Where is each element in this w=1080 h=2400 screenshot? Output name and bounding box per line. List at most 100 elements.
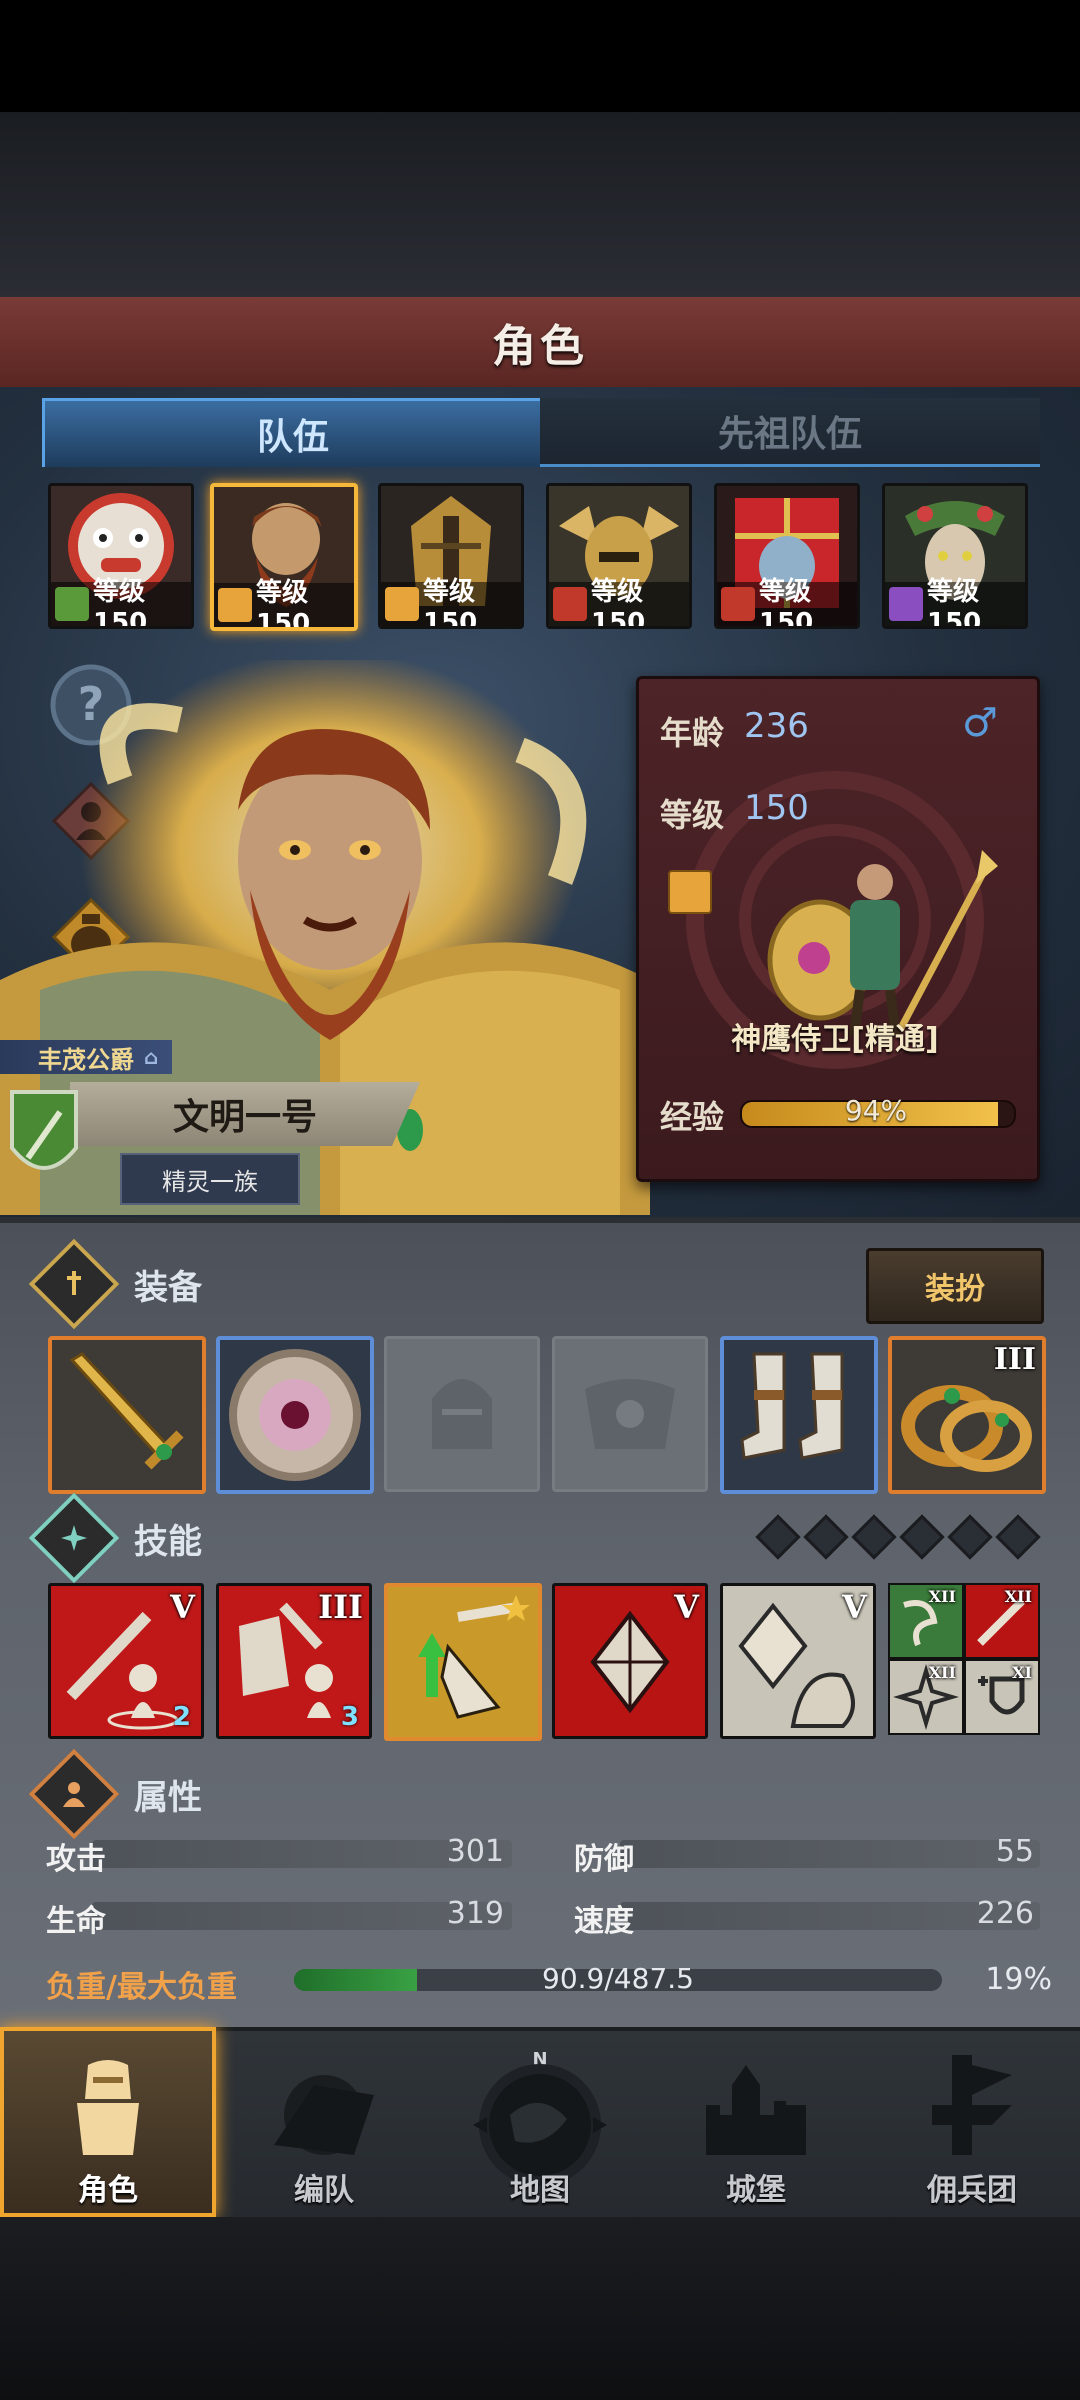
defense-value: 55 (995, 1834, 1034, 1869)
round-shield-icon (229, 1349, 361, 1481)
skill-tier: V (674, 1588, 699, 1626)
attributes-title: 属性 (134, 1777, 202, 1818)
equip-slot-weapon[interactable] (48, 1336, 206, 1494)
hero-level: 等级150 (423, 576, 478, 629)
castle-icon (706, 2065, 806, 2155)
nav-castle-label: 城堡 (726, 2173, 786, 2208)
speed-value: 226 (976, 1896, 1034, 1931)
team-hero-2[interactable]: 等级150 (210, 483, 358, 631)
team-hero-6[interactable]: 等级150 (882, 483, 1028, 629)
class-figure (767, 850, 998, 1037)
mini-skill-4[interactable]: XI (964, 1659, 1040, 1735)
hero-level: 等级150 (256, 577, 311, 631)
boots-icon (740, 1352, 844, 1460)
attack-label: 攻击 (46, 1842, 106, 1877)
skill-slot-5[interactable]: V (720, 1583, 876, 1739)
faction-shield-icon (10, 1090, 78, 1170)
skill-slot-3[interactable] (384, 1583, 542, 1741)
armor-icon (585, 1379, 675, 1449)
equip-slot-helmet[interactable] (384, 1336, 540, 1492)
nav-mercenary[interactable]: 佣兵团 (864, 2027, 1080, 2217)
arrow-up-shield-icon (418, 1595, 530, 1719)
equip-slot-armor[interactable] (552, 1336, 708, 1492)
team-hero-4[interactable]: 等级150 (546, 483, 692, 629)
mini-skill-tier: XII (928, 1587, 956, 1606)
hero-level: 等级150 (591, 576, 646, 629)
nav-map-label: 地图 (510, 2173, 570, 2208)
helmet-icon (432, 1379, 492, 1449)
dress-button-label: 装扮 (925, 1272, 985, 1307)
top-backdrop (0, 112, 1080, 297)
load-label: 负重/最大负重 (46, 1970, 237, 2005)
level-label: 等级 (660, 796, 725, 834)
dress-button[interactable]: 装扮 (866, 1248, 1044, 1324)
skill-slot-1[interactable]: V 2 (48, 1583, 204, 1739)
page-title: 角色 (492, 321, 588, 372)
exp-percent: 94% (844, 1094, 908, 1127)
hero-nameplate[interactable]: 文明一号 (70, 1082, 420, 1146)
team-hero-1[interactable]: 等级150 (48, 483, 194, 629)
staff-icon (889, 587, 923, 621)
sword-icon (69, 1352, 184, 1470)
skills-title: 技能 (134, 1521, 202, 1562)
hero-title-tag: 丰茂公爵 ⌂ (0, 1040, 173, 1074)
equipment-title: 装备 (134, 1267, 202, 1308)
bottom-backdrop (0, 2217, 1080, 2400)
equip-slot-boots[interactable] (720, 1336, 878, 1494)
hero-race-plate: 精灵一族 (120, 1153, 300, 1205)
skill-tier: V (842, 1588, 867, 1626)
hero-race: 精灵一族 (162, 1167, 258, 1196)
hp-label: 生命 (46, 1904, 106, 1939)
defense-label: 防御 (574, 1842, 634, 1877)
speed-label: 速度 (574, 1904, 634, 1939)
tab-team[interactable]: 队伍 (42, 398, 544, 467)
nav-mercenary-label: 佣兵团 (927, 2173, 1017, 2208)
equip-slot-offhand[interactable] (216, 1336, 374, 1494)
horse-icon (553, 587, 587, 621)
team-hero-5[interactable]: 等级150 (714, 483, 860, 629)
nav-castle[interactable]: 城堡 (648, 2027, 864, 2217)
tab-team-label: 队伍 (256, 417, 329, 458)
tab-ancestor-team[interactable]: 先祖队伍 (540, 398, 1040, 467)
bow-icon (55, 587, 89, 621)
shield-icon (218, 588, 252, 622)
hp-value: 319 (446, 1896, 504, 1931)
nav-character[interactable]: 角色 (0, 2027, 216, 2217)
mini-skill-2[interactable]: XII (964, 1583, 1040, 1659)
mini-skill-3[interactable]: XII (888, 1659, 964, 1735)
skill-slot-2[interactable]: III 3 (216, 1583, 372, 1739)
mini-skill-tier: XII (928, 1663, 956, 1682)
title-banner: 角色 (0, 297, 1080, 391)
status-bar-area (0, 0, 1080, 112)
nav-formation[interactable]: 编队 (216, 2027, 432, 2217)
equip-slot-ring[interactable]: III (888, 1336, 1046, 1494)
age-label: 年龄 (660, 714, 725, 752)
formation-icon (274, 2075, 374, 2155)
load-value: 90.9/487.5 (542, 1962, 694, 1995)
skill-tier: V (170, 1588, 195, 1626)
skill-slot-4[interactable]: V (552, 1583, 708, 1739)
skill-tier: III (318, 1588, 363, 1626)
mini-skill-1[interactable]: XII (888, 1583, 964, 1659)
tab-ancestor-label: 先祖队伍 (717, 414, 862, 455)
team-hero-3[interactable]: 等级150 (378, 483, 524, 629)
age-value: 236 (744, 706, 809, 746)
mercenary-banner-icon (932, 2055, 1012, 2155)
exp-label: 经验 (660, 1098, 725, 1136)
attack-value: 301 (446, 1834, 504, 1869)
hero-title: 丰茂公爵 (38, 1045, 134, 1074)
level-value: 150 (744, 788, 809, 828)
class-name: 神鹰侍卫[精通] (731, 1022, 939, 1057)
castle-icon: ⌂ (144, 1045, 159, 1069)
hero-level: 等级150 (759, 576, 814, 629)
hero-level: 等级150 (93, 576, 148, 629)
ring-tier: III (993, 1342, 1036, 1377)
nav-map[interactable]: N 地图 (432, 2027, 648, 2217)
shield-class-icon (668, 870, 712, 914)
mini-skill-tier: XI (1012, 1663, 1032, 1682)
shield-icon (385, 587, 419, 621)
male-icon: ♂ (962, 700, 998, 746)
hero-level: 等级150 (927, 576, 982, 629)
knight-icon (77, 2060, 139, 2155)
skill-badge: 3 (340, 1702, 359, 1732)
